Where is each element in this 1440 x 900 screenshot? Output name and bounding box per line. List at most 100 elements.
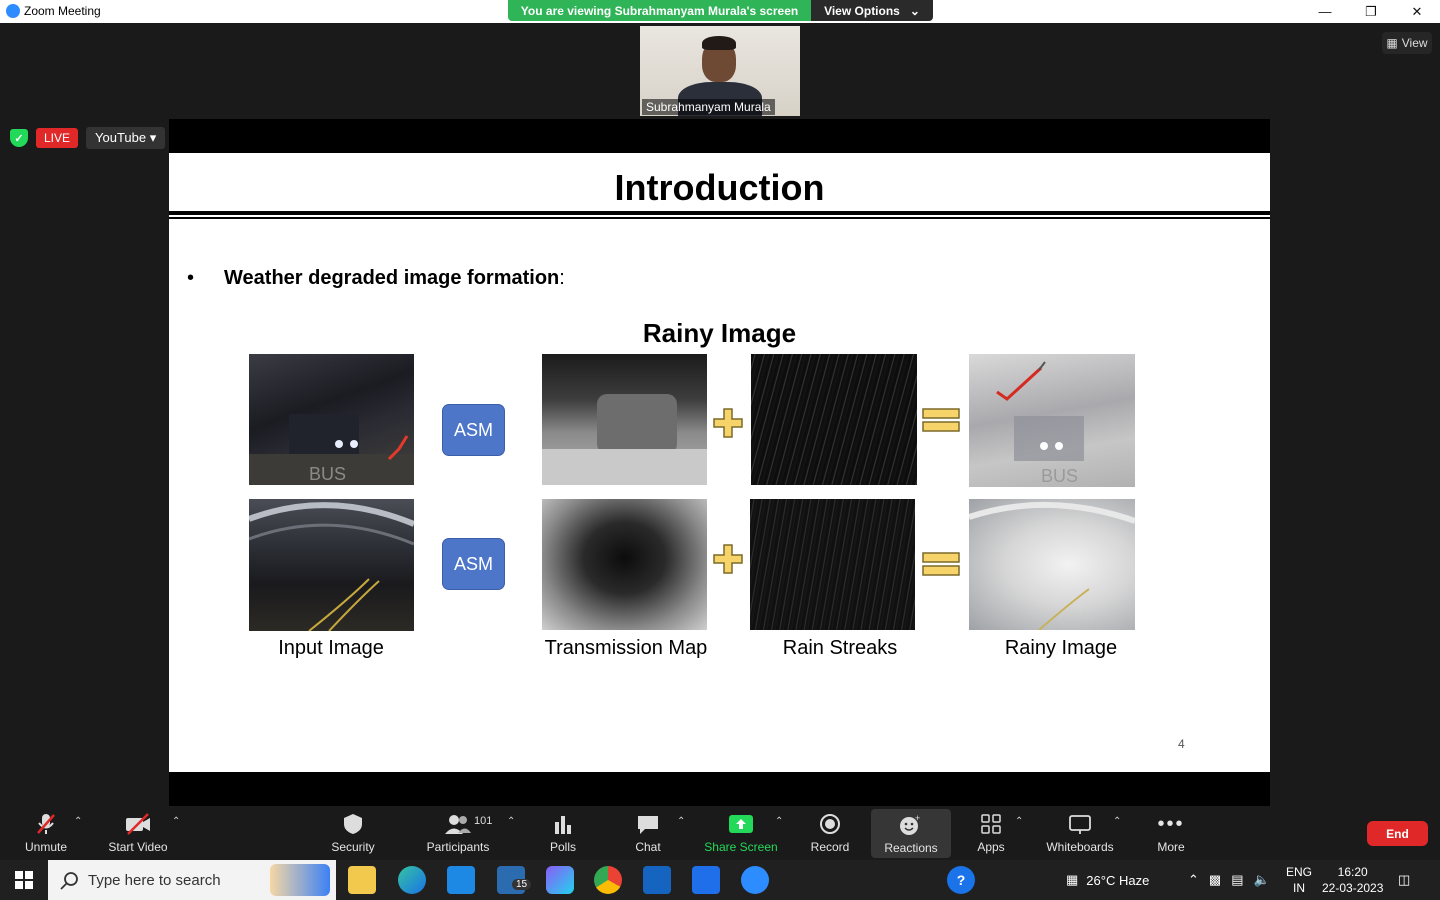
weather-widget[interactable]: ▦ 26°C Haze	[1066, 860, 1149, 900]
window-controls: — ❐ ✕	[1302, 0, 1440, 23]
viewing-banner: You are viewing Subrahmanyam Murala's sc…	[508, 0, 933, 21]
whiteboard-icon	[1068, 812, 1092, 836]
video-options-caret-icon[interactable]: ⌃	[172, 816, 180, 827]
start-button[interactable]	[0, 860, 48, 900]
windows-taskbar: Type here to search 15 ? ▦ 26°C Haze ⌃ ▩…	[0, 860, 1440, 900]
record-button[interactable]: Record	[808, 806, 852, 860]
taskbar-search[interactable]: Type here to search	[48, 860, 336, 900]
vscode-icon[interactable]	[692, 866, 720, 894]
bus-scene-graphic: BUS	[249, 414, 414, 485]
whiteboards-label: Whiteboards	[1046, 840, 1114, 854]
slide-page-number: 4	[1178, 737, 1185, 751]
end-button[interactable]: End	[1367, 821, 1428, 846]
more-label: More	[1157, 840, 1185, 854]
muted-microphone-icon	[34, 812, 58, 836]
transmission-map-1	[542, 354, 707, 485]
start-video-label: Start Video	[108, 840, 168, 854]
minimize-icon[interactable]: —	[1302, 0, 1348, 23]
whiteboards-button[interactable]: Whiteboards	[1044, 806, 1116, 860]
reactions-button[interactable]: + Reactions	[871, 809, 951, 858]
meeting-toolbar: Unmute ⌃ Start Video ⌃ Security Particip…	[0, 806, 1440, 860]
title-divider	[169, 211, 1270, 215]
chat-label: Chat	[635, 840, 661, 854]
zoom-logo-icon	[6, 4, 20, 18]
microsoft-store-icon[interactable]	[447, 866, 475, 894]
svg-text:BUS: BUS	[1041, 466, 1078, 486]
clock-time: 16:20	[1337, 865, 1368, 879]
chat-caret-icon[interactable]: ⌃	[677, 816, 685, 827]
windows-logo-icon	[15, 871, 33, 889]
speaker-name: Subrahmanyam Murala	[642, 99, 775, 115]
security-label: Security	[331, 840, 375, 854]
notifications-button[interactable]: ◫	[1398, 860, 1410, 900]
title-divider-thin	[169, 217, 1270, 219]
search-icon	[60, 872, 78, 890]
speaker-hair	[702, 36, 736, 50]
rainy-bus-graphic: BUS	[996, 361, 1084, 486]
edge-browser-icon[interactable]	[398, 866, 426, 894]
station-scene-graphic	[249, 502, 414, 631]
file-explorer-icon[interactable]	[348, 866, 376, 894]
bullet-suffix: :	[559, 267, 565, 289]
youtube-stream-button[interactable]: YouTube ▾	[86, 127, 166, 149]
restore-icon[interactable]: ❐	[1348, 0, 1394, 23]
chat-bubble-icon	[636, 812, 660, 836]
clock[interactable]: 16:20 22-03-2023	[1322, 860, 1383, 900]
apps-button[interactable]: Apps	[972, 806, 1010, 860]
share-screen-button[interactable]: Share Screen	[704, 806, 778, 860]
record-icon	[819, 812, 841, 836]
participants-caret-icon[interactable]: ⌃	[507, 816, 515, 827]
equals-icon	[922, 408, 960, 432]
unmute-button[interactable]: Unmute	[18, 806, 74, 860]
shared-screen: Introduction • Weather degraded image for…	[169, 119, 1270, 806]
speaker-video-tile[interactable]: Subrahmanyam Murala	[640, 26, 800, 116]
chrome-browser-icon[interactable]	[594, 866, 622, 894]
encryption-shield-icon[interactable]: ✓	[10, 129, 28, 147]
system-tray-icons[interactable]: ⌃ ▩ ▤ 🔈	[1188, 860, 1270, 900]
rain-streaks-1	[751, 354, 917, 485]
reactions-smiley-icon: +	[899, 813, 923, 837]
view-options-button[interactable]: View Options ⌄	[811, 0, 933, 21]
reactions-label: Reactions	[884, 840, 938, 855]
security-button[interactable]: Security	[326, 806, 380, 860]
participants-label: Participants	[426, 840, 490, 854]
apps-caret-icon[interactable]: ⌃	[1015, 816, 1023, 827]
audio-options-caret-icon[interactable]: ⌃	[74, 816, 82, 827]
view-label: View	[1401, 36, 1428, 50]
share-screen-icon	[728, 812, 754, 836]
apps-label: Apps	[977, 840, 1005, 854]
chevron-up-icon[interactable]: ⌃	[1188, 872, 1199, 888]
notification-icon: ◫	[1398, 872, 1411, 887]
chat-button[interactable]: Chat	[630, 806, 666, 860]
viewing-message: You are viewing Subrahmanyam Murala's sc…	[508, 0, 811, 21]
live-badge: LIVE	[36, 128, 79, 148]
copilot-icon[interactable]	[546, 866, 574, 894]
zoom-app-icon[interactable]	[741, 866, 769, 894]
share-screen-caret-icon[interactable]: ⌃	[775, 816, 783, 827]
equals-icon	[922, 552, 960, 576]
caption-transmission-map: Transmission Map	[544, 637, 708, 659]
view-button[interactable]: ▦ View	[1382, 32, 1432, 54]
network-icon[interactable]: ▤	[1231, 872, 1243, 888]
meet-now-icon[interactable]: ▩	[1209, 872, 1221, 888]
transmission-map-2	[542, 499, 707, 630]
volume-icon[interactable]: 🔈	[1254, 872, 1270, 888]
rainy-image-bus: BUS	[969, 354, 1135, 487]
share-screen-label: Share Screen	[704, 840, 778, 854]
start-video-button[interactable]: Start Video	[106, 806, 170, 860]
more-button[interactable]: ••• More	[1150, 806, 1192, 860]
photos-icon[interactable]	[643, 866, 671, 894]
apps-grid-icon	[980, 812, 1002, 836]
live-status-row: ✓ LIVE YouTube ▾	[10, 127, 166, 149]
rain-streaks-2	[750, 499, 915, 630]
plus-icon	[713, 544, 743, 574]
window-title: Zoom Meeting	[24, 4, 101, 18]
polls-button[interactable]: Polls	[544, 806, 582, 860]
participants-count: 101	[474, 815, 493, 827]
whiteboards-caret-icon[interactable]: ⌃	[1113, 816, 1121, 827]
close-icon[interactable]: ✕	[1394, 0, 1440, 23]
language-indicator[interactable]: ENG IN	[1286, 860, 1312, 900]
help-icon[interactable]: ?	[947, 866, 975, 894]
caption-rainy-image: Rainy Image	[1004, 637, 1118, 659]
security-shield-icon	[342, 812, 364, 836]
